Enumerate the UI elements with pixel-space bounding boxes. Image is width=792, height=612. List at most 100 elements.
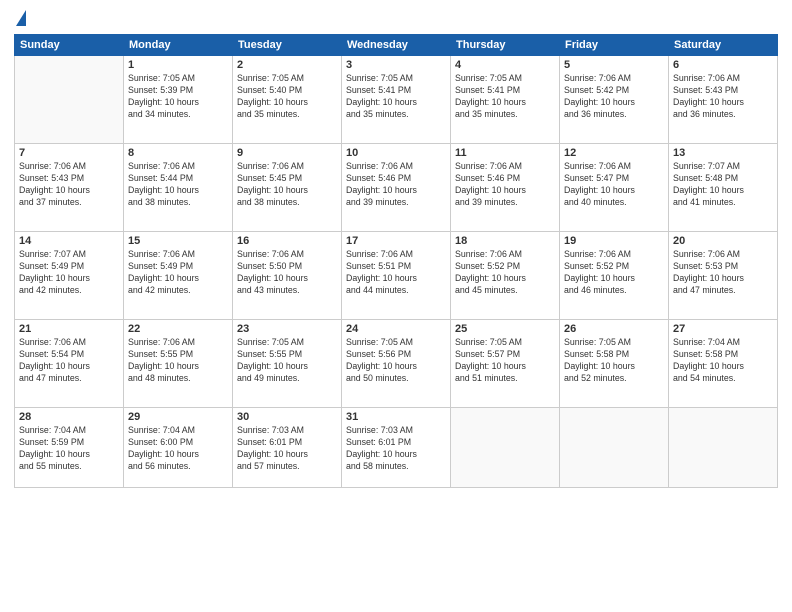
calendar-cell: 3 Sunrise: 7:05 AMSunset: 5:41 PMDaylight…	[342, 56, 451, 144]
calendar-cell: 1Sunrise: 7:05 AMSunset: 5:39 PMDaylight…	[124, 56, 233, 144]
calendar-header-sunday: Sunday	[15, 35, 124, 56]
calendar-cell: 21Sunrise: 7:06 AMSunset: 5:54 PMDayligh…	[15, 320, 124, 408]
day-info: Sunrise: 7:05 AMSunset: 5:55 PMDaylight:…	[237, 337, 337, 385]
day-number: 26	[564, 323, 664, 335]
day-number: 15	[128, 235, 228, 247]
day-number: 10	[346, 147, 446, 159]
day-info: Sunrise: 7:05 AMSunset: 5:40 PMDaylight:…	[237, 73, 337, 121]
day-number: 1	[128, 59, 228, 71]
day-number: 23	[237, 323, 337, 335]
calendar-cell: 5Sunrise: 7:06 AMSunset: 5:42 PMDaylight…	[560, 56, 669, 144]
calendar-week-row-4: 21Sunrise: 7:06 AMSunset: 5:54 PMDayligh…	[15, 320, 778, 408]
day-info: Sunrise: 7:06 AMSunset: 5:45 PMDaylight:…	[237, 161, 337, 209]
calendar-week-row-2: 7 Sunrise: 7:06 AMSunset: 5:43 PMDaylight…	[15, 144, 778, 232]
day-number: 17	[346, 235, 446, 247]
calendar-cell: 23 Sunrise: 7:05 AMSunset: 5:55 PMDayligh…	[233, 320, 342, 408]
calendar-cell	[669, 408, 778, 488]
day-info: Sunrise: 7:03 AMSunset: 6:01 PMDaylight:…	[237, 425, 337, 473]
calendar-week-row-1: 1Sunrise: 7:05 AMSunset: 5:39 PMDaylight…	[15, 56, 778, 144]
calendar-header-wednesday: Wednesday	[342, 35, 451, 56]
calendar-cell: 14 Sunrise: 7:07 AMSunset: 5:49 PMDayligh…	[15, 232, 124, 320]
day-info: Sunrise: 7:04 AMSunset: 5:59 PMDaylight:…	[19, 425, 119, 473]
day-number: 22	[128, 323, 228, 335]
day-number: 28	[19, 411, 119, 423]
calendar-cell: 30 Sunrise: 7:03 AMSunset: 6:01 PMDayligh…	[233, 408, 342, 488]
day-number: 16	[237, 235, 337, 247]
calendar-cell: 13 Sunrise: 7:07 AMSunset: 5:48 PMDayligh…	[669, 144, 778, 232]
calendar-header-saturday: Saturday	[669, 35, 778, 56]
calendar-cell: 11 Sunrise: 7:06 AMSunset: 5:46 PMDayligh…	[451, 144, 560, 232]
day-number: 30	[237, 411, 337, 423]
calendar-header-thursday: Thursday	[451, 35, 560, 56]
calendar-cell: 15 Sunrise: 7:06 AMSunset: 5:49 PMDayligh…	[124, 232, 233, 320]
calendar-cell: 17Sunrise: 7:06 AMSunset: 5:51 PMDayligh…	[342, 232, 451, 320]
calendar-cell: 24 Sunrise: 7:05 AMSunset: 5:56 PMDayligh…	[342, 320, 451, 408]
calendar-cell: 8 Sunrise: 7:06 AMSunset: 5:44 PMDaylight…	[124, 144, 233, 232]
calendar-week-row-3: 14 Sunrise: 7:07 AMSunset: 5:49 PMDayligh…	[15, 232, 778, 320]
header	[14, 10, 778, 28]
calendar-cell: 19Sunrise: 7:06 AMSunset: 5:52 PMDayligh…	[560, 232, 669, 320]
day-number: 2	[237, 59, 337, 71]
day-number: 24	[346, 323, 446, 335]
calendar-cell: 27 Sunrise: 7:04 AMSunset: 5:58 PMDayligh…	[669, 320, 778, 408]
day-number: 4	[455, 59, 555, 71]
day-info: Sunrise: 7:06 AMSunset: 5:44 PMDaylight:…	[128, 161, 228, 209]
calendar-cell: 31 Sunrise: 7:03 AMSunset: 6:01 PMDayligh…	[342, 408, 451, 488]
calendar-cell: 2 Sunrise: 7:05 AMSunset: 5:40 PMDaylight…	[233, 56, 342, 144]
day-info: Sunrise: 7:07 AMSunset: 5:48 PMDaylight:…	[673, 161, 773, 209]
day-number: 11	[455, 147, 555, 159]
day-info: Sunrise: 7:06 AMSunset: 5:46 PMDaylight:…	[455, 161, 555, 209]
day-number: 31	[346, 411, 446, 423]
day-info: Sunrise: 7:04 AMSunset: 5:58 PMDaylight:…	[673, 337, 773, 385]
calendar-cell: 9 Sunrise: 7:06 AMSunset: 5:45 PMDaylight…	[233, 144, 342, 232]
day-info: Sunrise: 7:05 AMSunset: 5:57 PMDaylight:…	[455, 337, 555, 385]
day-info: Sunrise: 7:06 AMSunset: 5:52 PMDaylight:…	[564, 249, 664, 297]
page: SundayMondayTuesdayWednesdayThursdayFrid…	[0, 0, 792, 612]
calendar-table: SundayMondayTuesdayWednesdayThursdayFrid…	[14, 34, 778, 488]
calendar-cell	[451, 408, 560, 488]
calendar-cell: 20Sunrise: 7:06 AMSunset: 5:53 PMDayligh…	[669, 232, 778, 320]
calendar-cell	[560, 408, 669, 488]
day-number: 13	[673, 147, 773, 159]
day-number: 7	[19, 147, 119, 159]
day-info: Sunrise: 7:06 AMSunset: 5:42 PMDaylight:…	[564, 73, 664, 121]
calendar-cell: 6 Sunrise: 7:06 AMSunset: 5:43 PMDaylight…	[669, 56, 778, 144]
day-info: Sunrise: 7:05 AMSunset: 5:58 PMDaylight:…	[564, 337, 664, 385]
day-info: Sunrise: 7:06 AMSunset: 5:43 PMDaylight:…	[673, 73, 773, 121]
calendar-cell	[15, 56, 124, 144]
day-info: Sunrise: 7:03 AMSunset: 6:01 PMDaylight:…	[346, 425, 446, 473]
day-number: 3	[346, 59, 446, 71]
day-info: Sunrise: 7:06 AMSunset: 5:50 PMDaylight:…	[237, 249, 337, 297]
day-number: 20	[673, 235, 773, 247]
day-info: Sunrise: 7:06 AMSunset: 5:43 PMDaylight:…	[19, 161, 119, 209]
day-info: Sunrise: 7:06 AMSunset: 5:49 PMDaylight:…	[128, 249, 228, 297]
calendar-cell: 12Sunrise: 7:06 AMSunset: 5:47 PMDayligh…	[560, 144, 669, 232]
calendar-week-row-5: 28 Sunrise: 7:04 AMSunset: 5:59 PMDayligh…	[15, 408, 778, 488]
day-info: Sunrise: 7:05 AMSunset: 5:56 PMDaylight:…	[346, 337, 446, 385]
day-number: 6	[673, 59, 773, 71]
day-info: Sunrise: 7:06 AMSunset: 5:52 PMDaylight:…	[455, 249, 555, 297]
day-number: 18	[455, 235, 555, 247]
day-number: 27	[673, 323, 773, 335]
day-info: Sunrise: 7:06 AMSunset: 5:47 PMDaylight:…	[564, 161, 664, 209]
calendar-cell: 4 Sunrise: 7:05 AMSunset: 5:41 PMDaylight…	[451, 56, 560, 144]
day-number: 14	[19, 235, 119, 247]
logo-triangle-icon	[16, 10, 26, 26]
calendar-cell: 10 Sunrise: 7:06 AMSunset: 5:46 PMDayligh…	[342, 144, 451, 232]
day-info: Sunrise: 7:06 AMSunset: 5:55 PMDaylight:…	[128, 337, 228, 385]
calendar-header-tuesday: Tuesday	[233, 35, 342, 56]
day-info: Sunrise: 7:06 AMSunset: 5:46 PMDaylight:…	[346, 161, 446, 209]
day-number: 25	[455, 323, 555, 335]
day-info: Sunrise: 7:05 AMSunset: 5:41 PMDaylight:…	[346, 73, 446, 121]
calendar-cell: 16 Sunrise: 7:06 AMSunset: 5:50 PMDayligh…	[233, 232, 342, 320]
calendar-cell: 18 Sunrise: 7:06 AMSunset: 5:52 PMDayligh…	[451, 232, 560, 320]
day-info: Sunrise: 7:06 AMSunset: 5:54 PMDaylight:…	[19, 337, 119, 385]
calendar-header-row: SundayMondayTuesdayWednesdayThursdayFrid…	[15, 35, 778, 56]
calendar-cell: 28 Sunrise: 7:04 AMSunset: 5:59 PMDayligh…	[15, 408, 124, 488]
day-info: Sunrise: 7:05 AMSunset: 5:41 PMDaylight:…	[455, 73, 555, 121]
day-info: Sunrise: 7:04 AMSunset: 6:00 PMDaylight:…	[128, 425, 228, 473]
day-number: 9	[237, 147, 337, 159]
day-number: 8	[128, 147, 228, 159]
calendar-header-friday: Friday	[560, 35, 669, 56]
day-info: Sunrise: 7:07 AMSunset: 5:49 PMDaylight:…	[19, 249, 119, 297]
